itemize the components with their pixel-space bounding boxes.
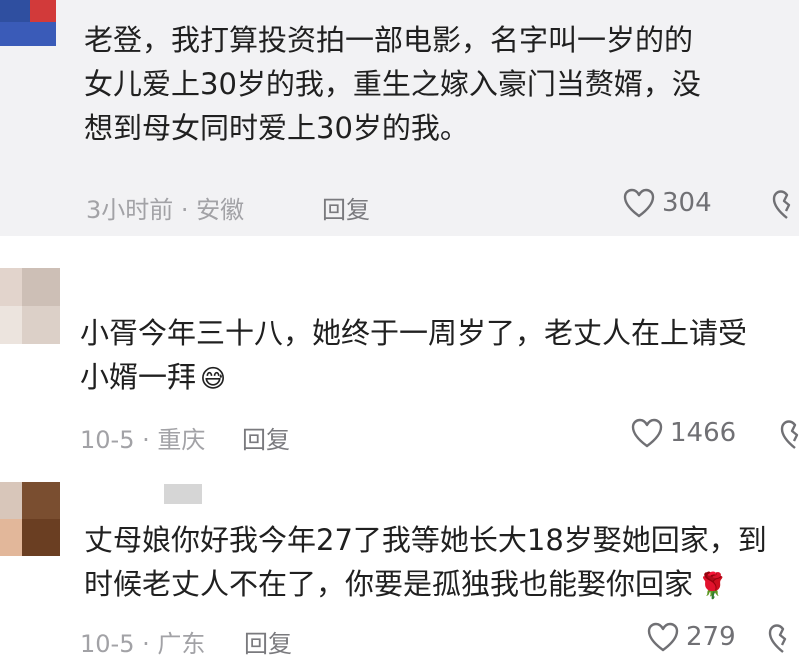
comment-list: 老登，我打算投资拍一部电影，名字叫一岁的的 女儿爱上30岁的我，重生之嫁入豪门当…: [0, 0, 799, 660]
comment-text: 老登，我打算投资拍一部电影，名字叫一岁的的 女儿爱上30岁的我，重生之嫁入豪门当…: [84, 18, 799, 150]
reply-button[interactable]: 回复: [322, 190, 370, 225]
comment-text: 小胥今年三十八，她终于一周岁了，老丈人在上请受 小婿一拜 😅: [80, 311, 799, 399]
avatar[interactable]: [0, 482, 60, 556]
grinning-sweat-emoji: 😅: [200, 364, 227, 393]
comment-item: 老登，我打算投资拍一部电影，名字叫一岁的的 女儿爱上30岁的我，重生之嫁入豪门当…: [0, 0, 799, 236]
comment-meta: 10-5 · 广东: [80, 630, 206, 658]
comment-text-line: 小胥今年三十八，她终于一周岁了，老丈人在上请受: [80, 316, 748, 350]
like-count: 279: [686, 622, 736, 652]
comment-text-line: 时候老丈人不在了，你要是孤独我也能娶你回家 🌹: [84, 562, 799, 606]
heart-outline-icon: [631, 418, 663, 448]
comment-text-line: 想到母女同时爱上30岁的我。: [84, 111, 469, 145]
username-placeholder[interactable]: [164, 484, 202, 504]
broken-heart-outline-icon[interactable]: [772, 188, 799, 222]
like-button[interactable]: 279: [646, 621, 736, 653]
comment-item: 小胥今年三十八，她终于一周岁了，老丈人在上请受 小婿一拜 😅 10-5 · 重庆 …: [0, 236, 799, 462]
comment-text: 丈母娘你好我今年27了我等她长大18岁娶她回家，到 时候老丈人不在了，你要是孤独…: [84, 518, 799, 606]
comment-text-line: 老登，我打算投资拍一部电影，名字叫一岁的的: [84, 23, 694, 57]
reply-button[interactable]: 回复: [242, 420, 290, 455]
heart-outline-icon: [623, 188, 655, 218]
comment-meta: 10-5 · 重庆: [80, 426, 206, 454]
heart-outline-icon: [647, 622, 679, 652]
broken-heart-outline-icon[interactable]: [768, 622, 798, 656]
like-button[interactable]: 1466: [630, 417, 736, 449]
comment-item: 丈母娘你好我今年27了我等她长大18岁娶她回家，到 时候老丈人不在了，你要是孤独…: [0, 462, 799, 660]
reply-button[interactable]: 回复: [244, 624, 292, 659]
comment-meta: 3小时前 · 安徽: [86, 196, 245, 224]
avatar[interactable]: [0, 268, 60, 344]
like-button[interactable]: 304: [622, 187, 712, 219]
broken-heart-outline-icon[interactable]: [780, 418, 799, 452]
rose-emoji: 🌹: [697, 571, 729, 600]
like-count: 1466: [670, 418, 737, 448]
comment-text-line: 丈母娘你好我今年27了我等她长大18岁娶她回家，到: [84, 523, 767, 557]
comment-text-line: 女儿爱上30岁的我，重生之嫁入豪门当赘婿，没: [84, 67, 701, 101]
comment-text-line-part: 小婿一拜: [80, 360, 197, 394]
comment-text-line: 小婿一拜 😅: [80, 355, 799, 399]
comment-text-line-part: 时候老丈人不在了，你要是孤独我也能娶你回家: [84, 567, 694, 601]
avatar[interactable]: [0, 0, 56, 46]
like-count: 304: [662, 188, 712, 218]
